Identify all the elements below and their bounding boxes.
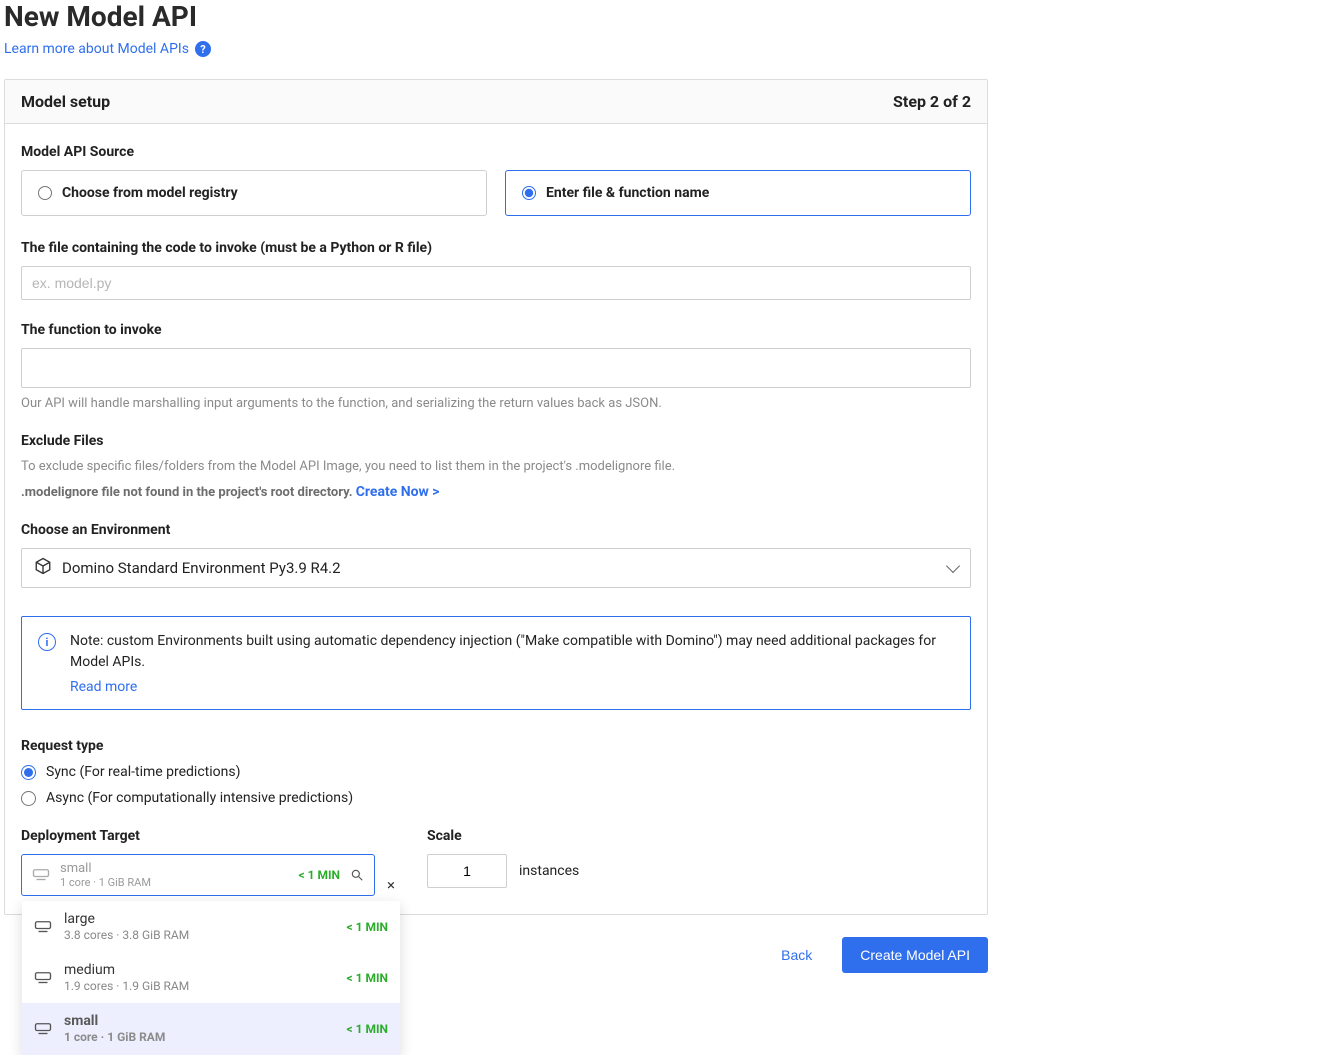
scale-input[interactable] [427,854,507,888]
option-time: < 1 MIN [347,971,388,985]
request-async[interactable]: Async (For computationally intensive pre… [21,790,971,806]
request-async-label: Async (For computationally intensive pre… [46,790,353,806]
modelignore-notfound: .modelignore file not found in the proje… [21,485,356,500]
model-setup-panel: Model setup Step 2 of 2 Model API Source… [4,79,988,915]
panel-title: Model setup [21,92,110,111]
option-spec: 1.9 cores · 1.9 GiB RAM [64,979,335,993]
deployment-target-select[interactable]: small 1 core · 1 GiB RAM < 1 MIN large3.… [21,854,375,896]
env-note: i Note: custom Environments built using … [21,616,971,710]
hardware-tier-icon [34,920,52,934]
learn-more-text: Learn more about Model APIs [4,41,189,57]
option-name: medium [64,962,335,979]
learn-more-link[interactable]: Learn more about Model APIs ? [4,41,211,57]
page-title: New Model API [4,0,1315,33]
request-sync[interactable]: Sync (For real-time predictions) [21,764,971,780]
deploy-selected-spec: 1 core · 1 GiB RAM [60,876,289,889]
option-name: large [64,911,335,928]
back-button[interactable]: Back [771,939,822,971]
hardware-tier-icon [34,971,52,985]
exclude-help: To exclude specific files/folders from t… [21,459,971,474]
function-label: The function to invoke [21,322,971,338]
step-indicator: Step 2 of 2 [893,92,971,111]
function-input[interactable] [21,348,971,388]
option-name: small [64,1013,335,1030]
deployment-target-dropdown: large3.8 cores · 3.8 GiB RAM< 1 MINmediu… [22,901,400,1055]
radio-async[interactable] [21,791,36,806]
option-spec: 3.8 cores · 3.8 GiB RAM [64,928,335,942]
deployment-option-large[interactable]: large3.8 cores · 3.8 GiB RAM < 1 MIN [22,901,400,952]
file-input[interactable] [21,266,971,300]
file-label: The file containing the code to invoke (… [21,240,971,256]
deployment-option-medium[interactable]: medium1.9 cores · 1.9 GiB RAM < 1 MIN [22,952,400,1003]
radio-file[interactable] [522,186,536,200]
hardware-tier-icon [34,1022,52,1036]
source-label: Model API Source [21,144,971,160]
clear-deployment-target[interactable]: × [383,876,399,894]
option-time: < 1 MIN [347,1022,388,1036]
environment-select[interactable]: Domino Standard Environment Py3.9 R4.2 [21,548,971,588]
env-label: Choose an Environment [21,522,971,538]
option-spec: 1 core · 1 GiB RAM [64,1030,335,1044]
env-note-read-more[interactable]: Read more [70,679,956,695]
deploy-selected-time: < 1 MIN [299,868,340,882]
hardware-tier-icon [32,868,50,882]
deploy-selected-name: small [60,861,289,877]
radio-sync[interactable] [21,765,36,780]
source-option-registry-label: Choose from model registry [62,185,238,201]
create-model-api-button[interactable]: Create Model API [842,937,988,973]
source-option-registry[interactable]: Choose from model registry [21,170,487,216]
info-icon: i [38,633,56,651]
request-sync-label: Sync (For real-time predictions) [46,764,240,780]
exclude-label: Exclude Files [21,433,971,449]
deployment-option-small[interactable]: small1 core · 1 GiB RAM < 1 MIN [22,1003,400,1054]
search-icon [350,868,364,882]
chevron-down-icon [946,559,960,573]
scale-label: Scale [427,828,579,844]
option-time: < 1 MIN [347,920,388,934]
radio-registry[interactable] [38,186,52,200]
create-modelignore-link[interactable]: Create Now > [356,484,440,500]
panel-header: Model setup Step 2 of 2 [5,80,987,124]
scale-unit: instances [519,863,579,879]
deploy-label: Deployment Target [21,828,399,844]
request-type-label: Request type [21,738,971,754]
function-help: Our API will handle marshalling input ar… [21,396,971,411]
cube-icon [34,557,52,579]
env-value: Domino Standard Environment Py3.9 R4.2 [62,559,938,577]
source-option-file[interactable]: Enter file & function name [505,170,971,216]
env-note-text: Note: custom Environments built using au… [70,631,956,673]
help-icon: ? [195,41,211,57]
source-option-file-label: Enter file & function name [546,185,709,201]
